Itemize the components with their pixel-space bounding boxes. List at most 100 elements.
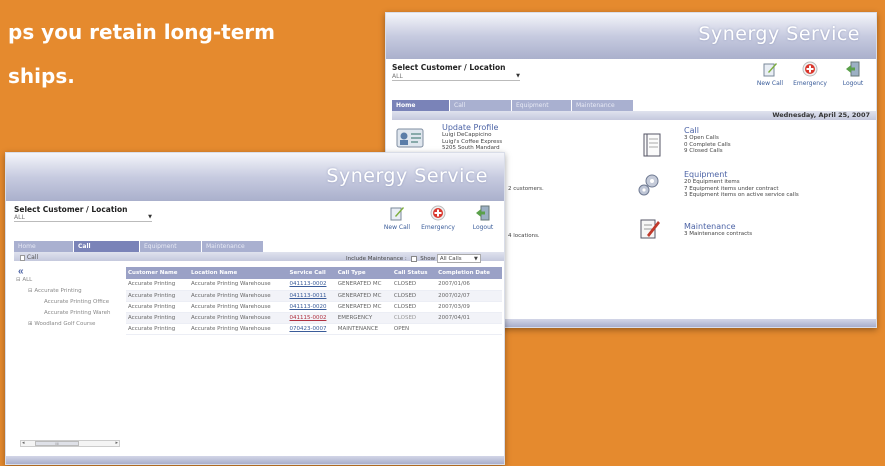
column-header[interactable]: Call Status xyxy=(391,267,437,279)
maintenance-line: 3 Maintenance contracts xyxy=(684,231,753,237)
service-call-link[interactable]: 070423-0007 xyxy=(287,323,336,335)
brand-title: Synergy Service xyxy=(326,165,488,187)
logout-label: Logout xyxy=(842,80,864,87)
emergency-label: Emergency xyxy=(793,80,827,87)
page-icon xyxy=(20,254,25,261)
table-row[interactable]: Accurate Printing Accurate Printing Ware… xyxy=(126,290,502,302)
logout-button[interactable]: Logout xyxy=(838,61,868,87)
tree-item-label: Accurate Printing Office xyxy=(44,299,110,305)
current-date: Wednesday, April 25, 2007 xyxy=(772,111,870,119)
completion-date-cell: 2007/01/06 xyxy=(436,279,502,291)
date-bar: Wednesday, April 25, 2007 xyxy=(392,111,876,120)
table-row[interactable]: Accurate Printing Accurate Printing Ware… xyxy=(126,323,502,335)
tab-call[interactable]: Call xyxy=(450,100,512,111)
tab-home[interactable]: Home xyxy=(14,241,74,252)
completion-date-cell: 2007/02/07 xyxy=(436,290,502,302)
new-call-button[interactable]: New Call xyxy=(754,61,786,87)
logout-label: Logout xyxy=(472,224,494,231)
tree-item-woodland-golf-course[interactable]: ⊞ Woodland Golf Course xyxy=(16,319,111,330)
location-cell: Accurate Printing Warehouse xyxy=(189,323,288,335)
headline-line-1: ps you retain long-term xyxy=(8,20,275,44)
emergency-button[interactable]: Emergency xyxy=(792,61,828,87)
customer-select-value: ALL xyxy=(392,73,403,80)
logout-icon xyxy=(846,61,860,77)
new-call-icon xyxy=(390,207,404,221)
customers-count: 2 customers. xyxy=(508,186,544,192)
call-summary: Call 3 Open Calls 0 Complete Calls 9 Clo… xyxy=(684,126,731,155)
call-type-cell: GENERATED MC xyxy=(335,279,392,291)
tree-scrollbar[interactable]: ◂ III ▸ xyxy=(20,440,120,447)
status-cell: CLOSED xyxy=(391,301,437,313)
headline-line-2: ships. xyxy=(8,64,75,88)
call-type-cell: GENERATED MC xyxy=(335,290,392,302)
call-link[interactable]: Call xyxy=(684,126,731,135)
column-header[interactable]: Location Name xyxy=(189,267,288,279)
headline: ps you retain long-term ships. xyxy=(8,10,275,98)
equipment-link[interactable]: Equipment xyxy=(684,170,799,179)
new-call-button[interactable]: New Call xyxy=(382,205,412,231)
tree-item-label: Woodland Golf Course xyxy=(34,321,96,327)
scroll-thumb[interactable]: III xyxy=(35,441,79,446)
tab-home[interactable]: Home xyxy=(392,100,450,111)
show-select[interactable]: All Calls ▼ xyxy=(436,254,481,263)
tab-call[interactable]: Call xyxy=(74,241,140,252)
scroll-left-icon[interactable]: ◂ xyxy=(22,440,25,446)
location-cell: Accurate Printing Warehouse xyxy=(189,301,288,313)
tab-maintenance[interactable]: Maintenance xyxy=(202,241,264,252)
scroll-right-icon[interactable]: ▸ xyxy=(115,440,118,446)
include-maintenance-label: Include Maintenance : xyxy=(346,256,407,262)
footer-bar xyxy=(6,456,504,464)
breadcrumb-label: Call xyxy=(26,254,39,261)
service-call-link[interactable]: 041113-0011 xyxy=(287,290,336,302)
table-header-row: Customer Name Location Name Service Call… xyxy=(126,267,502,279)
tab-bar: Home Call Equipment Maintenance xyxy=(14,241,264,252)
tree-item-label: Accurate Printing Wareh xyxy=(44,310,111,316)
call-window: Synergy Service Select Customer / Locati… xyxy=(5,152,505,465)
call-type-cell: EMERGENCY xyxy=(335,312,392,324)
maintenance-summary: Maintenance 3 Maintenance contracts xyxy=(684,222,752,238)
column-header[interactable]: Completion Date xyxy=(436,267,502,279)
include-maintenance-checkbox[interactable] xyxy=(410,255,417,262)
service-call-link[interactable]: 041113-0020 xyxy=(287,301,336,313)
column-header[interactable]: Service Call xyxy=(287,267,336,279)
table-row[interactable]: Accurate Printing Accurate Printing Ware… xyxy=(126,301,502,313)
tab-equipment[interactable]: Equipment xyxy=(512,100,572,111)
profile-card-icon xyxy=(396,128,424,148)
locations-count: 4 locations. xyxy=(508,233,540,239)
column-header[interactable]: Customer Name xyxy=(126,267,190,279)
update-profile-link[interactable]: Update Profile xyxy=(442,123,502,132)
tab-maintenance[interactable]: Maintenance xyxy=(572,100,634,111)
customer-select[interactable]: ALL ▼ xyxy=(14,214,152,222)
tab-equipment[interactable]: Equipment xyxy=(140,241,202,252)
tree-item-accurate-printing-warehouse[interactable]: Accurate Printing Wareh xyxy=(16,308,111,319)
tree-item-accurate-printing[interactable]: ⊟ Accurate Printing xyxy=(16,286,111,297)
logout-icon xyxy=(476,205,490,221)
service-call-link[interactable]: 041115-0002 xyxy=(287,312,336,324)
chevron-down-icon: ▼ xyxy=(474,256,478,262)
customer-select[interactable]: ALL ▼ xyxy=(392,73,520,81)
logout-button[interactable]: Logout xyxy=(468,205,498,231)
tree-item-all[interactable]: ⊟ ALL xyxy=(16,275,111,286)
customer-cell: Accurate Printing xyxy=(126,323,190,335)
profile-line: 5205 South Mandard xyxy=(442,145,500,151)
banner: Synergy Service xyxy=(386,13,876,59)
emergency-button[interactable]: Emergency xyxy=(420,205,456,231)
brand-title: Synergy Service xyxy=(698,23,860,45)
column-header[interactable]: Call Type xyxy=(335,267,392,279)
emergency-icon xyxy=(430,205,446,221)
show-label: Show xyxy=(420,256,436,262)
status-cell: CLOSED xyxy=(391,290,437,302)
closed-calls: 9 Closed Calls xyxy=(684,148,723,154)
completion-date-cell: 2007/04/01 xyxy=(436,312,502,324)
completion-date-cell: 2007/03/09 xyxy=(436,301,502,313)
service-call-link[interactable]: 041113-0002 xyxy=(287,279,336,291)
table-row[interactable]: Accurate Printing Accurate Printing Ware… xyxy=(126,312,502,324)
tree-item-label: Accurate Printing xyxy=(34,288,82,294)
maintenance-link[interactable]: Maintenance xyxy=(684,222,752,231)
status-cell: CLOSED xyxy=(391,312,437,324)
tree-item-accurate-printing-office[interactable]: Accurate Printing Office xyxy=(16,297,111,308)
location-cell: Accurate Printing Warehouse xyxy=(189,312,288,324)
clipboard-icon xyxy=(640,219,660,239)
table-row[interactable]: Accurate Printing Accurate Printing Ware… xyxy=(126,279,502,291)
tree-item-label: ALL xyxy=(22,277,33,283)
